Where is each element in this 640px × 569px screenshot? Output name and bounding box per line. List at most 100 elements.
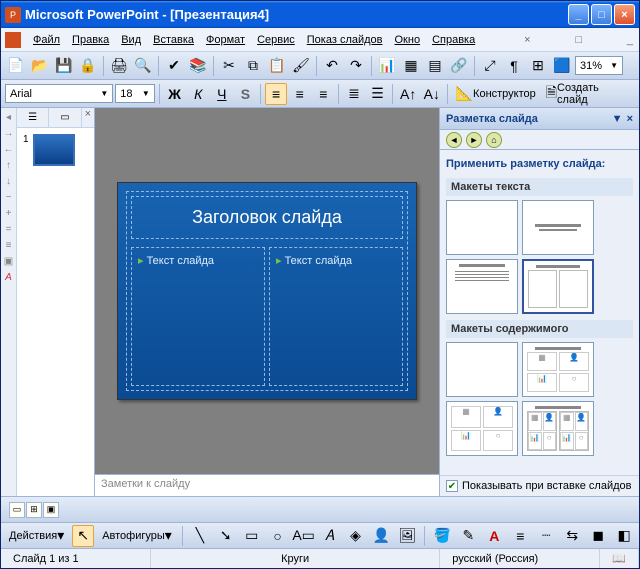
color-icon[interactable]: 🟦 xyxy=(551,55,573,77)
new-icon[interactable]: 📄 xyxy=(5,55,27,77)
layout-content-blank[interactable] xyxy=(446,342,518,397)
spell-icon[interactable]: ✔ xyxy=(163,55,185,77)
cut-icon[interactable]: ✂ xyxy=(218,55,240,77)
task-dropdown-icon[interactable]: ▼ xyxy=(612,113,623,125)
hyperlink-icon[interactable]: 🔗 xyxy=(448,55,470,77)
grid-icon[interactable]: ⊞ xyxy=(527,55,549,77)
line-icon[interactable]: ╲ xyxy=(189,525,211,547)
select-icon[interactable]: ↖ xyxy=(72,525,94,547)
outline-tab[interactable]: ☰ xyxy=(17,108,49,127)
clipart-icon[interactable]: 👤 xyxy=(371,525,393,547)
underline-button[interactable]: Ч xyxy=(211,83,233,105)
show-format-icon[interactable]: ¶ xyxy=(503,55,525,77)
slide-title-placeholder[interactable]: Заголовок слайда xyxy=(131,196,403,239)
chart-icon[interactable]: 📊 xyxy=(376,55,398,77)
mdi-min[interactable]: _ xyxy=(625,34,635,46)
oval-icon[interactable]: ○ xyxy=(267,525,289,547)
nav-home-icon[interactable]: ⌂ xyxy=(486,132,502,148)
layout-content-1[interactable]: ▦👤📊○ xyxy=(446,401,518,456)
nav-forward-icon[interactable]: ► xyxy=(466,132,482,148)
align-center-icon[interactable]: ≡ xyxy=(289,83,311,105)
minimize-button[interactable]: _ xyxy=(568,4,589,25)
close-button[interactable]: × xyxy=(614,4,635,25)
design-button[interactable]: 📐Конструктор xyxy=(452,83,540,105)
strip-format-icon[interactable]: A xyxy=(3,272,15,284)
permission-icon[interactable]: 🔒 xyxy=(77,55,99,77)
font-color-icon[interactable]: A xyxy=(483,525,505,547)
table-icon[interactable]: ▦ xyxy=(400,55,422,77)
show-on-insert-checkbox[interactable]: ✔ xyxy=(446,480,458,492)
copy-icon[interactable]: ⧉ xyxy=(242,55,264,77)
slides-tab[interactable]: ▭ xyxy=(49,108,81,127)
autoshapes-menu[interactable]: Автофигуры▾ xyxy=(98,525,176,547)
strip-promote-icon[interactable]: → xyxy=(3,128,15,140)
nav-back-icon[interactable]: ◄ xyxy=(446,132,462,148)
slide-text-right[interactable]: Текст слайда xyxy=(269,247,403,386)
3d-style-icon[interactable]: ◧ xyxy=(613,525,635,547)
slide-editor[interactable]: Заголовок слайда Текст слайда Текст слай… xyxy=(95,108,439,474)
align-left-icon[interactable]: ≡ xyxy=(265,83,287,105)
menu-tools[interactable]: Сервис xyxy=(251,32,301,48)
textbox-icon[interactable]: A▭ xyxy=(293,525,315,547)
strip-collapse-icon[interactable]: − xyxy=(3,192,15,204)
new-slide-button[interactable]: 🗎Создать слайд xyxy=(542,83,635,105)
format-painter-icon[interactable]: 🖌 xyxy=(290,55,312,77)
strip-up-icon[interactable]: ↑ xyxy=(3,160,15,172)
mdi-close[interactable]: × xyxy=(522,34,532,46)
font-size-combo[interactable]: 18▼ xyxy=(115,84,154,103)
print-icon[interactable]: 🖨 xyxy=(108,55,130,77)
layout-content-title[interactable]: ▦👤📊○ xyxy=(522,342,594,397)
preview-icon[interactable]: 🔍 xyxy=(132,55,154,77)
status-spell-icon[interactable]: 📖 xyxy=(600,549,639,568)
align-right-icon[interactable]: ≡ xyxy=(313,83,335,105)
italic-button[interactable]: К xyxy=(187,83,209,105)
bold-button[interactable]: Ж xyxy=(164,83,186,105)
sorter-view-icon[interactable]: ⊞ xyxy=(26,502,42,518)
undo-icon[interactable]: ↶ xyxy=(321,55,343,77)
diagram-icon[interactable]: ◈ xyxy=(345,525,367,547)
strip-expandall-icon[interactable]: ≡ xyxy=(3,240,15,252)
line-style-icon[interactable]: ≡ xyxy=(509,525,531,547)
line-color-icon[interactable]: ✎ xyxy=(457,525,479,547)
slide-text-left[interactable]: Текст слайда xyxy=(131,247,265,386)
menu-help[interactable]: Справка xyxy=(426,32,481,48)
menu-insert[interactable]: Вставка xyxy=(147,32,200,48)
menu-slideshow[interactable]: Показ слайдов xyxy=(301,32,389,48)
menu-edit[interactable]: Правка xyxy=(66,32,115,48)
menu-view[interactable]: Вид xyxy=(115,32,147,48)
layout-blank[interactable] xyxy=(446,200,518,255)
layout-two-col[interactable] xyxy=(522,259,594,314)
research-icon[interactable]: 📚 xyxy=(187,55,209,77)
zoom-combo[interactable]: 31%▼ xyxy=(575,56,623,75)
strip-collapseall-icon[interactable]: = xyxy=(3,224,15,236)
maximize-button[interactable]: □ xyxy=(591,4,612,25)
mdi-restore[interactable]: □ xyxy=(573,34,584,46)
task-close-icon[interactable]: × xyxy=(627,113,633,125)
normal-view-icon[interactable]: ▭ xyxy=(9,502,25,518)
arrow-draw-icon[interactable]: ➘ xyxy=(215,525,237,547)
picture-icon[interactable]: 🖼 xyxy=(396,525,418,547)
decrease-font-icon[interactable]: A↓ xyxy=(421,83,443,105)
font-family-combo[interactable]: Arial▼ xyxy=(5,84,113,103)
layout-content-2[interactable]: ▦👤📊○▦👤📊○ xyxy=(522,401,594,456)
save-icon[interactable]: 💾 xyxy=(53,55,75,77)
slide-thumb-1[interactable]: 1 xyxy=(23,134,88,166)
pane-close-icon[interactable]: × xyxy=(82,108,94,127)
open-icon[interactable]: 📂 xyxy=(29,55,51,77)
dash-style-icon[interactable]: ┈ xyxy=(535,525,557,547)
strip-expand-icon[interactable]: + xyxy=(3,208,15,220)
strip-summary-icon[interactable]: ▣ xyxy=(3,256,15,268)
shadow-button[interactable]: S xyxy=(235,83,257,105)
rect-icon[interactable]: ▭ xyxy=(241,525,263,547)
menu-file[interactable]: Файл xyxy=(27,32,66,48)
layout-title-text[interactable] xyxy=(446,259,518,314)
slideshow-view-icon[interactable]: ▣ xyxy=(43,502,59,518)
shadow-style-icon[interactable]: ◼ xyxy=(587,525,609,547)
strip-arrow-icon[interactable]: ◂ xyxy=(3,112,15,124)
expand-icon[interactable]: ⤢ xyxy=(479,55,501,77)
paste-icon[interactable]: 📋 xyxy=(266,55,288,77)
tables-borders-icon[interactable]: ▤ xyxy=(424,55,446,77)
menu-window[interactable]: Окно xyxy=(389,32,427,48)
redo-icon[interactable]: ↷ xyxy=(345,55,367,77)
arrow-style-icon[interactable]: ⇆ xyxy=(561,525,583,547)
